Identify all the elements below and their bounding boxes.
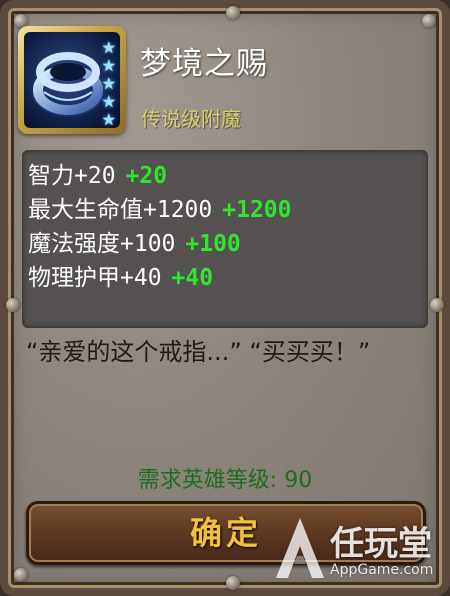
item-name: 梦境之赐 bbox=[140, 46, 268, 82]
stat-bonus: +20 bbox=[125, 163, 168, 189]
rivet-icon bbox=[226, 576, 240, 590]
stat-label: 魔法强度+100 bbox=[28, 231, 176, 257]
stat-label: 智力+20 bbox=[28, 163, 116, 189]
level-requirement: 需求英雄等级: 90 bbox=[137, 468, 313, 493]
rivet-icon bbox=[6, 298, 20, 312]
star-icon: ★ bbox=[101, 92, 116, 111]
stat-row: 智力+20 +20 bbox=[28, 156, 167, 190]
rivet-icon bbox=[422, 14, 436, 28]
stat-row: 魔法强度+100 +100 bbox=[28, 224, 241, 258]
stat-row: 最大生命值+1200 +1200 bbox=[28, 190, 292, 224]
stat-bonus: +40 bbox=[171, 265, 214, 291]
star-icon: ★ bbox=[101, 38, 116, 57]
appgame-watermark: 任玩堂 AppGame.com bbox=[272, 510, 440, 588]
stat-bonus: +1200 bbox=[222, 197, 292, 223]
star-icon: ★ bbox=[101, 110, 116, 128]
rivet-icon bbox=[14, 568, 28, 582]
stat-row: 物理护甲+40 +40 bbox=[28, 258, 213, 292]
star-icon: ★ bbox=[101, 56, 116, 75]
item-rarity: 传说级附魔 bbox=[141, 107, 241, 131]
item-icon-frame: ★ ★ ★ ★ ★ bbox=[18, 26, 126, 134]
rivet-icon bbox=[226, 6, 240, 20]
stats-box: 智力+20 +20 最大生命值+1200 +1200 魔法强度+100 +100 物理… bbox=[22, 150, 428, 328]
watermark-site: AppGame.com bbox=[330, 562, 434, 578]
watermark-brand: 任玩堂 bbox=[330, 524, 432, 564]
ring-icon: ★ ★ ★ ★ ★ bbox=[24, 32, 120, 128]
star-icon: ★ bbox=[101, 74, 116, 93]
stat-label: 最大生命值+1200 bbox=[28, 197, 213, 223]
appgame-logo-icon bbox=[276, 518, 324, 578]
rivet-icon bbox=[430, 298, 444, 312]
stat-bonus: +100 bbox=[185, 231, 241, 257]
stat-label: 物理护甲+40 bbox=[28, 265, 162, 291]
item-description: “亲爱的这个戒指...” “买买买！” bbox=[26, 338, 371, 366]
